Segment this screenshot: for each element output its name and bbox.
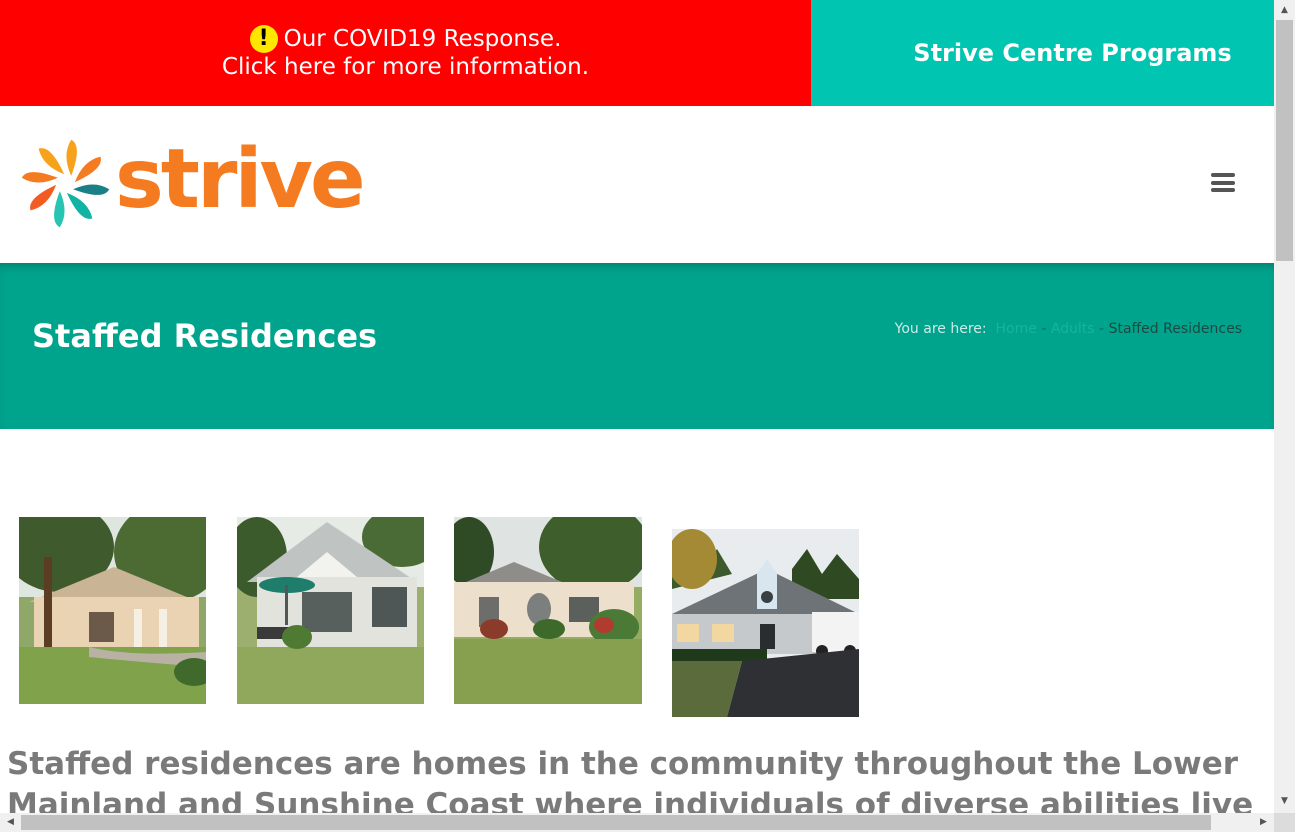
breadcrumb-home-link[interactable]: Home bbox=[996, 321, 1037, 337]
vertical-scrollbar[interactable]: ▲ ▼ bbox=[1274, 0, 1295, 813]
horizontal-scroll-thumb[interactable] bbox=[21, 815, 1211, 830]
scroll-up-arrow-icon[interactable]: ▲ bbox=[1274, 2, 1295, 19]
breadcrumb-separator: - bbox=[1041, 321, 1047, 337]
page-viewport: ! Our COVID19 Response. Click here for m… bbox=[0, 0, 1274, 813]
page-title-band: Staffed Residences You are here: Home - … bbox=[0, 263, 1274, 429]
breadcrumb-prefix: You are here: bbox=[894, 321, 987, 337]
menu-bar bbox=[1211, 173, 1235, 177]
covid-line-1-text: Our COVID19 Response. bbox=[283, 26, 562, 52]
menu-bar bbox=[1211, 180, 1235, 185]
strive-logo[interactable]: strive bbox=[18, 131, 366, 231]
covid-line-1: ! Our COVID19 Response. bbox=[249, 25, 562, 53]
strive-centre-programs-link[interactable]: Strive Centre Programs bbox=[811, 0, 1274, 106]
covid-response-banner[interactable]: ! Our COVID19 Response. Click here for m… bbox=[0, 0, 811, 106]
horizontal-scrollbar[interactable]: ◀ ▶ bbox=[0, 813, 1274, 832]
vertical-scroll-thumb[interactable] bbox=[1276, 20, 1293, 261]
residence-photo-3[interactable] bbox=[454, 517, 642, 704]
scrollbar-corner bbox=[1274, 813, 1295, 832]
breadcrumb-current: Staffed Residences bbox=[1108, 321, 1242, 337]
logo-wordmark: strive bbox=[115, 131, 366, 227]
pinwheel-logo-icon bbox=[21, 139, 110, 228]
top-banner: ! Our COVID19 Response. Click here for m… bbox=[0, 0, 1274, 106]
intro-paragraph: Staffed residences are homes in the comm… bbox=[7, 746, 1254, 813]
residence-photo-4[interactable] bbox=[672, 529, 859, 717]
house-photo-4-image bbox=[672, 529, 859, 717]
breadcrumb-separator: - bbox=[1099, 321, 1105, 337]
house-photo-3-image bbox=[454, 517, 642, 704]
residence-photo-2[interactable] bbox=[237, 517, 424, 704]
scroll-left-arrow-icon[interactable]: ◀ bbox=[2, 813, 19, 832]
breadcrumb: You are here: Home - Adults - Staffed Re… bbox=[895, 321, 1242, 337]
house-photo-2-image bbox=[237, 517, 424, 704]
residence-photo-1[interactable] bbox=[19, 517, 206, 704]
exclamation-icon: ! bbox=[249, 25, 278, 53]
page-title: Staffed Residences bbox=[32, 317, 378, 355]
menu-bar bbox=[1211, 188, 1235, 192]
hamburger-menu-icon[interactable] bbox=[1211, 173, 1235, 192]
covid-line-2-text: Click here for more information. bbox=[221, 54, 590, 80]
scroll-right-arrow-icon[interactable]: ▶ bbox=[1255, 813, 1272, 832]
scroll-down-arrow-icon[interactable]: ▼ bbox=[1274, 793, 1295, 810]
breadcrumb-adults-link[interactable]: Adults bbox=[1051, 321, 1095, 337]
site-header: strive bbox=[0, 106, 1274, 263]
house-photo-1-image bbox=[19, 517, 206, 704]
